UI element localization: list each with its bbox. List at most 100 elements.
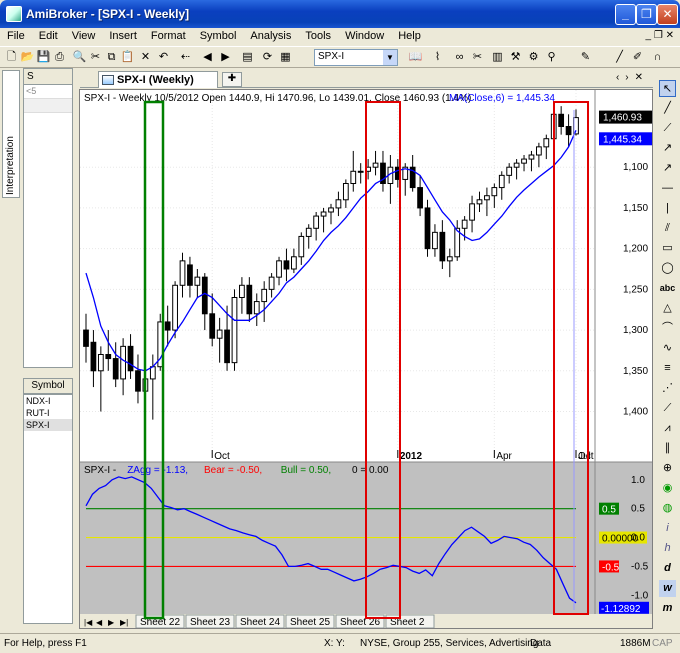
paste-icon[interactable]: 📋 — [120, 50, 135, 65]
candle-body — [565, 126, 572, 136]
symbol-item[interactable]: NDX-I — [24, 395, 72, 407]
menu-help[interactable]: Help — [391, 28, 428, 44]
menu-analysis[interactable]: Analysis — [243, 28, 298, 44]
menu-insert[interactable]: Insert — [102, 28, 144, 44]
undo-icon[interactable]: ↶ — [156, 50, 171, 65]
sync-icon[interactable]: ⟳ — [260, 50, 275, 65]
chevron-down-icon[interactable]: ▼ — [383, 50, 397, 65]
vertical-line-icon[interactable]: | — [659, 200, 676, 217]
zagg-last-label: -1.12892 — [601, 604, 641, 615]
candle-body — [335, 199, 342, 209]
italic-h-icon[interactable]: h — [659, 540, 676, 557]
rectangle-icon[interactable]: ▭ — [659, 240, 676, 257]
scroll-left-icon[interactable]: ⇠ — [178, 50, 193, 65]
new-tab-button[interactable]: ✚ — [222, 72, 242, 87]
new-icon[interactable]: 🗋 — [4, 50, 19, 65]
cycle-icon[interactable]: ∥ — [659, 440, 676, 457]
indicator-header-zero: 0 = 0.00 — [352, 465, 389, 476]
save-icon[interactable]: 💾 — [36, 50, 51, 65]
candle-body — [506, 166, 513, 176]
text-icon[interactable]: abc — [659, 280, 676, 297]
fan-icon[interactable]: ⟋ — [659, 400, 676, 417]
chart-tool-icon[interactable]: ⌇ — [430, 50, 445, 65]
indicator-y-tick-label: 1.0 — [631, 475, 645, 486]
candle-body — [536, 146, 542, 156]
scissors-icon[interactable]: ✂ — [470, 50, 485, 65]
close-button[interactable]: ✕ — [657, 4, 678, 25]
channel-icon[interactable]: ⫽ — [659, 220, 676, 237]
sine-icon[interactable]: ∿ — [659, 340, 676, 357]
print-preview-icon[interactable]: 🔍 — [72, 50, 87, 65]
menu-format[interactable]: Format — [144, 28, 193, 44]
candle-body — [187, 264, 193, 286]
trendline-icon[interactable]: ╱ — [659, 100, 676, 117]
forward-icon[interactable]: ▶ — [218, 50, 233, 65]
magnet-icon[interactable]: ∩ — [650, 50, 665, 65]
date-axis-label: Apr — [496, 451, 512, 462]
fibonacci-icon[interactable]: ≡ — [659, 360, 676, 377]
calendar-icon[interactable]: ▦ — [278, 50, 293, 65]
arrow-line-icon[interactable]: ↗ — [659, 160, 676, 177]
menu-window[interactable]: Window — [338, 28, 391, 44]
menu-tools[interactable]: Tools — [298, 28, 338, 44]
back-icon[interactable]: ◀ — [200, 50, 215, 65]
tab-nav-controls[interactable]: ‹›✕ — [616, 72, 649, 83]
daily-icon[interactable]: d — [659, 560, 676, 577]
chart-svg[interactable]: 1,400 1,350 1,300 1,250 1,200 1,150 1,100 Oct 20… — [80, 90, 653, 629]
interpretation-tab[interactable]: Interpretation — [2, 70, 20, 198]
glasses-icon[interactable]: ∞ — [452, 50, 467, 65]
globe-icon[interactable]: ◍ — [659, 500, 676, 517]
date-axis-label: Oct — [214, 451, 230, 462]
print-icon[interactable]: ⎙ — [52, 50, 67, 65]
grid-icon[interactable]: ▥ — [490, 50, 505, 65]
triangle-icon[interactable]: △ — [659, 300, 676, 317]
analyze-icon[interactable]: ⚙ — [526, 50, 541, 65]
open-icon[interactable]: 📂 — [20, 50, 35, 65]
gann-icon[interactable]: ⋰ — [659, 380, 676, 397]
horizontal-line-icon[interactable]: — — [659, 180, 676, 197]
menu-edit[interactable]: Edit — [32, 28, 65, 44]
scan-icon[interactable]: ⚲ — [544, 50, 559, 65]
cut-icon[interactable]: ✂ — [88, 50, 103, 65]
extended-line-icon[interactable]: ↗ — [659, 140, 676, 157]
ray-icon[interactable]: ⟋ — [659, 120, 676, 137]
menu-file[interactable]: File — [0, 28, 32, 44]
delete-icon[interactable]: ✕ — [138, 50, 153, 65]
copy-icon[interactable]: ⧉ — [104, 50, 119, 65]
line-tool-icon[interactable]: ╱ — [612, 50, 627, 65]
candle-body — [350, 170, 357, 184]
title-bar[interactable]: AmiBroker - [SPX-I - Weekly] _ ❐ ✕ — [0, 0, 680, 28]
arc-icon[interactable]: ⌒ — [659, 320, 676, 337]
candle-body — [439, 231, 446, 262]
restore-button[interactable]: ❐ — [636, 4, 657, 25]
book-icon[interactable]: 📖 — [408, 50, 423, 65]
chart-icon[interactable]: ▤ — [240, 50, 255, 65]
symbol-list-header[interactable]: Symbol — [23, 378, 73, 394]
candle-body — [513, 162, 520, 168]
tab-spx-weekly[interactable]: SPX-I (Weekly) — [98, 71, 218, 88]
ellipse-icon[interactable]: ◯ — [659, 260, 676, 277]
workspace-row[interactable]: <5 — [24, 85, 72, 99]
symbol-combo[interactable]: SPX-I ▼ — [314, 49, 398, 66]
zoom-in-icon[interactable]: ⊕ — [659, 460, 676, 477]
indicator-header-symbol: SPX-I - — [84, 465, 116, 476]
pen-color-icon[interactable]: ✎ — [578, 50, 593, 65]
monthly-icon[interactable]: m — [659, 600, 676, 617]
menu-symbol[interactable]: Symbol — [193, 28, 244, 44]
chart-pane[interactable]: 1,400 1,350 1,300 1,250 1,200 1,150 1,100 Oct 20… — [79, 89, 653, 629]
minimize-button[interactable]: _ — [615, 4, 636, 25]
candle-body — [320, 211, 327, 217]
andrews-icon[interactable]: ⩘ — [659, 420, 676, 437]
weekly-icon[interactable]: w — [659, 580, 676, 597]
symbol-item-selected[interactable]: SPX-I — [24, 419, 72, 431]
hammer-icon[interactable]: ⚒ — [508, 50, 523, 65]
brush-icon[interactable]: ✐ — [630, 50, 645, 65]
menu-view[interactable]: View — [65, 28, 103, 44]
candle-body — [484, 195, 490, 201]
pointer-icon[interactable]: ↖ — [659, 80, 676, 97]
price-chart-header: SPX-I - Weekly 10/5/2012 Open 1440.9, Hi… — [84, 93, 471, 104]
italic-i-icon[interactable]: i — [659, 520, 676, 537]
symbol-item[interactable]: RUT-I — [24, 407, 72, 419]
zoom-icon[interactable]: ◉ — [659, 480, 676, 497]
mdi-controls[interactable]: _ ❐ ✕ — [646, 30, 674, 41]
